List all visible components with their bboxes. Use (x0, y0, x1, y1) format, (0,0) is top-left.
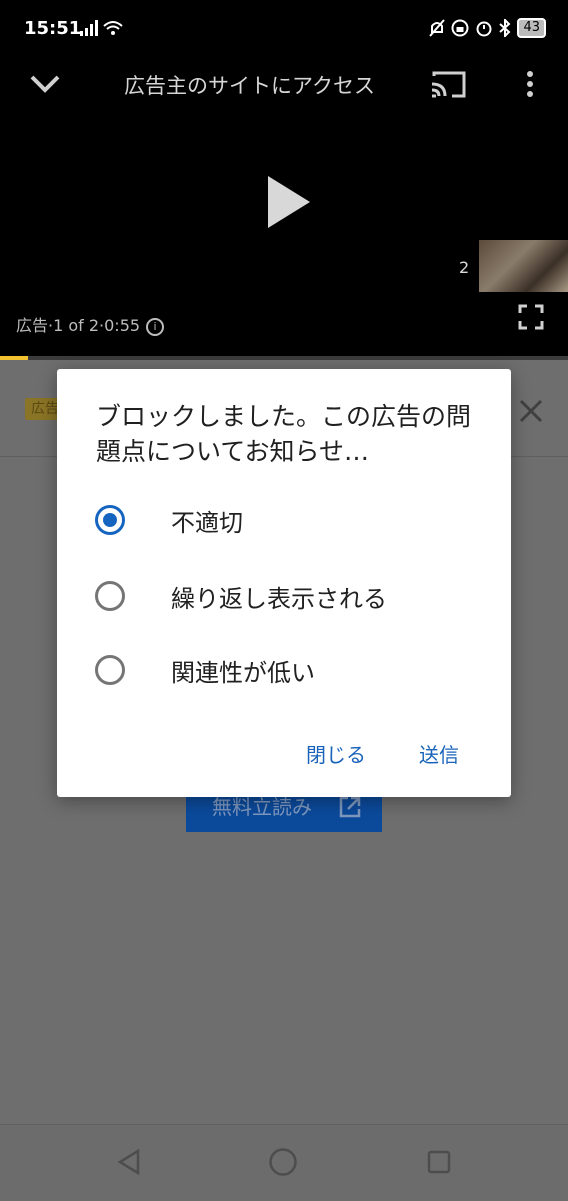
status-bar: 15:51 43 (0, 0, 568, 58)
close-icon (519, 399, 543, 423)
option-repetitive[interactable]: 繰り返し表示される (95, 581, 475, 621)
lock-icon (451, 19, 469, 37)
recents-square-icon (427, 1150, 451, 1174)
option-irrelevant[interactable]: 関連性が低い (95, 655, 475, 695)
battery-indicator: 43 (517, 18, 546, 38)
option-label: 繰り返し表示される (171, 585, 387, 613)
radio-button[interactable] (95, 581, 125, 611)
next-video-count: 2 (459, 258, 470, 277)
close-button[interactable]: 閉じる (306, 739, 366, 768)
nav-home-button[interactable] (268, 1147, 298, 1177)
chevron-down-icon (30, 75, 60, 93)
status-time: 15:51 (24, 18, 82, 39)
more-options-button[interactable] (518, 66, 542, 102)
ad-info: 広告·1 of 2·0:55 i (16, 312, 165, 336)
navigation-bar (0, 1124, 568, 1201)
dialog-title: ブロックしました。この広告の問題点についてお知らせ… (96, 402, 472, 466)
player-title[interactable]: 広告主のサイトにアクセス (124, 70, 375, 100)
option-label: 関連性が低い (171, 659, 315, 687)
play-button[interactable] (266, 176, 310, 228)
signal-wifi-icons (80, 19, 124, 42)
info-icon[interactable]: i (146, 317, 165, 336)
radio-button[interactable] (95, 655, 125, 685)
cast-icon (431, 71, 466, 98)
nav-recents-button[interactable] (424, 1147, 454, 1177)
radio-button[interactable] (95, 505, 125, 535)
block-ad-dialog: ブロックしました。この広告の問題点についてお知らせ… 不適切 繰り返し表示される… (57, 369, 511, 797)
option-inappropriate[interactable]: 不適切 (95, 505, 475, 545)
open-external-icon (339, 796, 361, 818)
submit-button[interactable]: 送信 (419, 739, 459, 768)
back-triangle-icon (117, 1148, 140, 1176)
mute-icon (429, 19, 446, 37)
bluetooth-icon (499, 19, 511, 37)
home-circle-icon (269, 1148, 297, 1176)
cast-button[interactable] (430, 70, 466, 98)
collapse-button[interactable] (28, 66, 62, 100)
fullscreen-icon (518, 304, 544, 330)
cta-label: 無料立読み (212, 795, 312, 819)
alarm-icon (476, 21, 492, 37)
ad-info-text: 広告·1 of 2·0:55 (16, 316, 141, 335)
play-icon (268, 176, 310, 228)
status-right-icons: 43 (429, 18, 546, 38)
option-label: 不適切 (171, 509, 243, 537)
ad-panel-close-button[interactable] (516, 396, 546, 426)
next-video-thumbnail[interactable] (479, 240, 568, 292)
fullscreen-button[interactable] (518, 304, 544, 330)
nav-back-button[interactable] (114, 1147, 144, 1177)
video-player[interactable]: 広告主のサイトにアクセス 2 広告·1 of 2·0:55 i (0, 58, 568, 360)
more-vert-icon (527, 71, 533, 97)
